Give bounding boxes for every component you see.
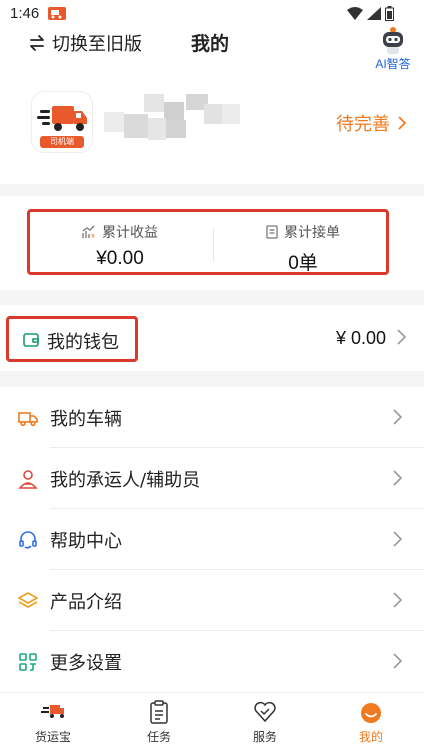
robot-icon xyxy=(383,27,403,54)
menu-item-carriers[interactable]: 我的承运人/辅助员 xyxy=(0,448,424,509)
blurred-username xyxy=(104,94,240,142)
menu-item-product-intro[interactable]: 产品介绍 xyxy=(0,570,424,631)
tab-freight[interactable]: 货运宝 xyxy=(0,693,106,754)
chevron-right-icon xyxy=(393,409,402,425)
signal-icon xyxy=(367,7,381,20)
wallet-label: 我的钱包 xyxy=(47,332,119,353)
wallet-icon xyxy=(23,333,39,347)
tab-tasks[interactable]: 任务 xyxy=(106,693,212,754)
svg-text:¥: ¥ xyxy=(91,233,95,239)
tab-mine[interactable]: 我的 xyxy=(318,693,424,754)
chevron-right-icon xyxy=(398,116,406,130)
stats-panel: ¥ 累计收益 ¥0.00 累计接单 0单 xyxy=(0,196,424,290)
headset-icon xyxy=(19,531,37,549)
menu-label: 我的承运人/辅助员 xyxy=(50,470,201,491)
chevron-right-icon xyxy=(393,470,402,486)
pending-label: 待完善 xyxy=(336,114,390,135)
chevron-right-icon xyxy=(393,653,402,669)
tab-label: 服务 xyxy=(252,730,277,744)
app-notification-icon xyxy=(48,7,66,20)
menu-label: 产品介绍 xyxy=(50,592,122,613)
tab-service[interactable]: 服务 xyxy=(212,693,318,754)
income-value: ¥0.00 xyxy=(96,248,144,269)
switch-label: 切换至旧版 xyxy=(52,34,142,55)
complete-profile-link[interactable]: 待完善 xyxy=(336,110,406,136)
menu-list: 我的车辆 我的承运人/辅助员 帮助中心 产品介绍 更多设置 xyxy=(0,387,424,692)
menu-label: 更多设置 xyxy=(50,653,122,674)
orders-label: 累计接单 xyxy=(284,225,340,241)
menu-item-settings[interactable]: 更多设置 xyxy=(0,631,424,692)
income-chart-icon: ¥ xyxy=(82,225,95,239)
bottom-tab-bar: 货运宝 任务 服务 我的 xyxy=(0,692,424,754)
status-indicators xyxy=(347,6,394,21)
income-stat[interactable]: ¥ 累计收益 ¥0.00 xyxy=(30,222,210,270)
menu-item-help[interactable]: 帮助中心 xyxy=(0,509,424,570)
truck-icon xyxy=(18,412,38,427)
heart-icon xyxy=(254,701,276,723)
swap-icon xyxy=(30,35,44,51)
clipboard-icon xyxy=(150,700,168,724)
wallet-row[interactable]: 我的钱包 ¥ 0.00 xyxy=(0,305,424,371)
chevron-right-icon xyxy=(393,531,402,547)
stats-highlight-box: ¥ 累计收益 ¥0.00 累计接单 0单 xyxy=(27,209,389,275)
menu-label: 我的车辆 xyxy=(50,409,122,430)
avatar[interactable]: 司机端 xyxy=(32,92,92,152)
orders-value: 0单 xyxy=(288,253,318,274)
ai-label: AI智答 xyxy=(375,57,411,71)
battery-icon xyxy=(385,6,394,21)
status-bar: 1:46 xyxy=(0,0,424,28)
grid-icon xyxy=(19,653,37,671)
tab-label: 货运宝 xyxy=(34,730,71,744)
switch-old-version-button[interactable]: 切换至旧版 xyxy=(28,30,142,56)
document-icon xyxy=(266,225,278,239)
menu-item-vehicles[interactable]: 我的车辆 xyxy=(0,387,424,448)
status-time: 1:46 xyxy=(10,5,40,22)
chevron-right-icon xyxy=(397,329,406,345)
truck-logo-icon xyxy=(41,705,64,718)
wallet-amount: ¥ 0.00 xyxy=(335,328,386,348)
ai-assistant-button[interactable]: AI智答 xyxy=(370,25,416,75)
wifi-icon xyxy=(347,7,363,20)
chevron-right-icon xyxy=(393,592,402,608)
profile-card: 司机端 待完善 xyxy=(0,80,424,184)
orders-stat[interactable]: 累计接单 0单 xyxy=(213,222,393,275)
income-label: 累计收益 xyxy=(102,225,158,241)
page-title: 我的 xyxy=(191,33,230,55)
menu-label: 帮助中心 xyxy=(50,531,122,552)
page-header: 切换至旧版 我的 AI智答 xyxy=(0,25,424,80)
person-icon xyxy=(18,470,38,489)
wallet-highlight-box: 我的钱包 xyxy=(6,316,138,362)
layers-icon xyxy=(18,592,38,608)
smile-icon xyxy=(361,703,381,723)
tab-label: 任务 xyxy=(146,730,171,744)
tab-label: 我的 xyxy=(358,730,383,744)
avatar-tag: 司机端 xyxy=(40,136,84,148)
